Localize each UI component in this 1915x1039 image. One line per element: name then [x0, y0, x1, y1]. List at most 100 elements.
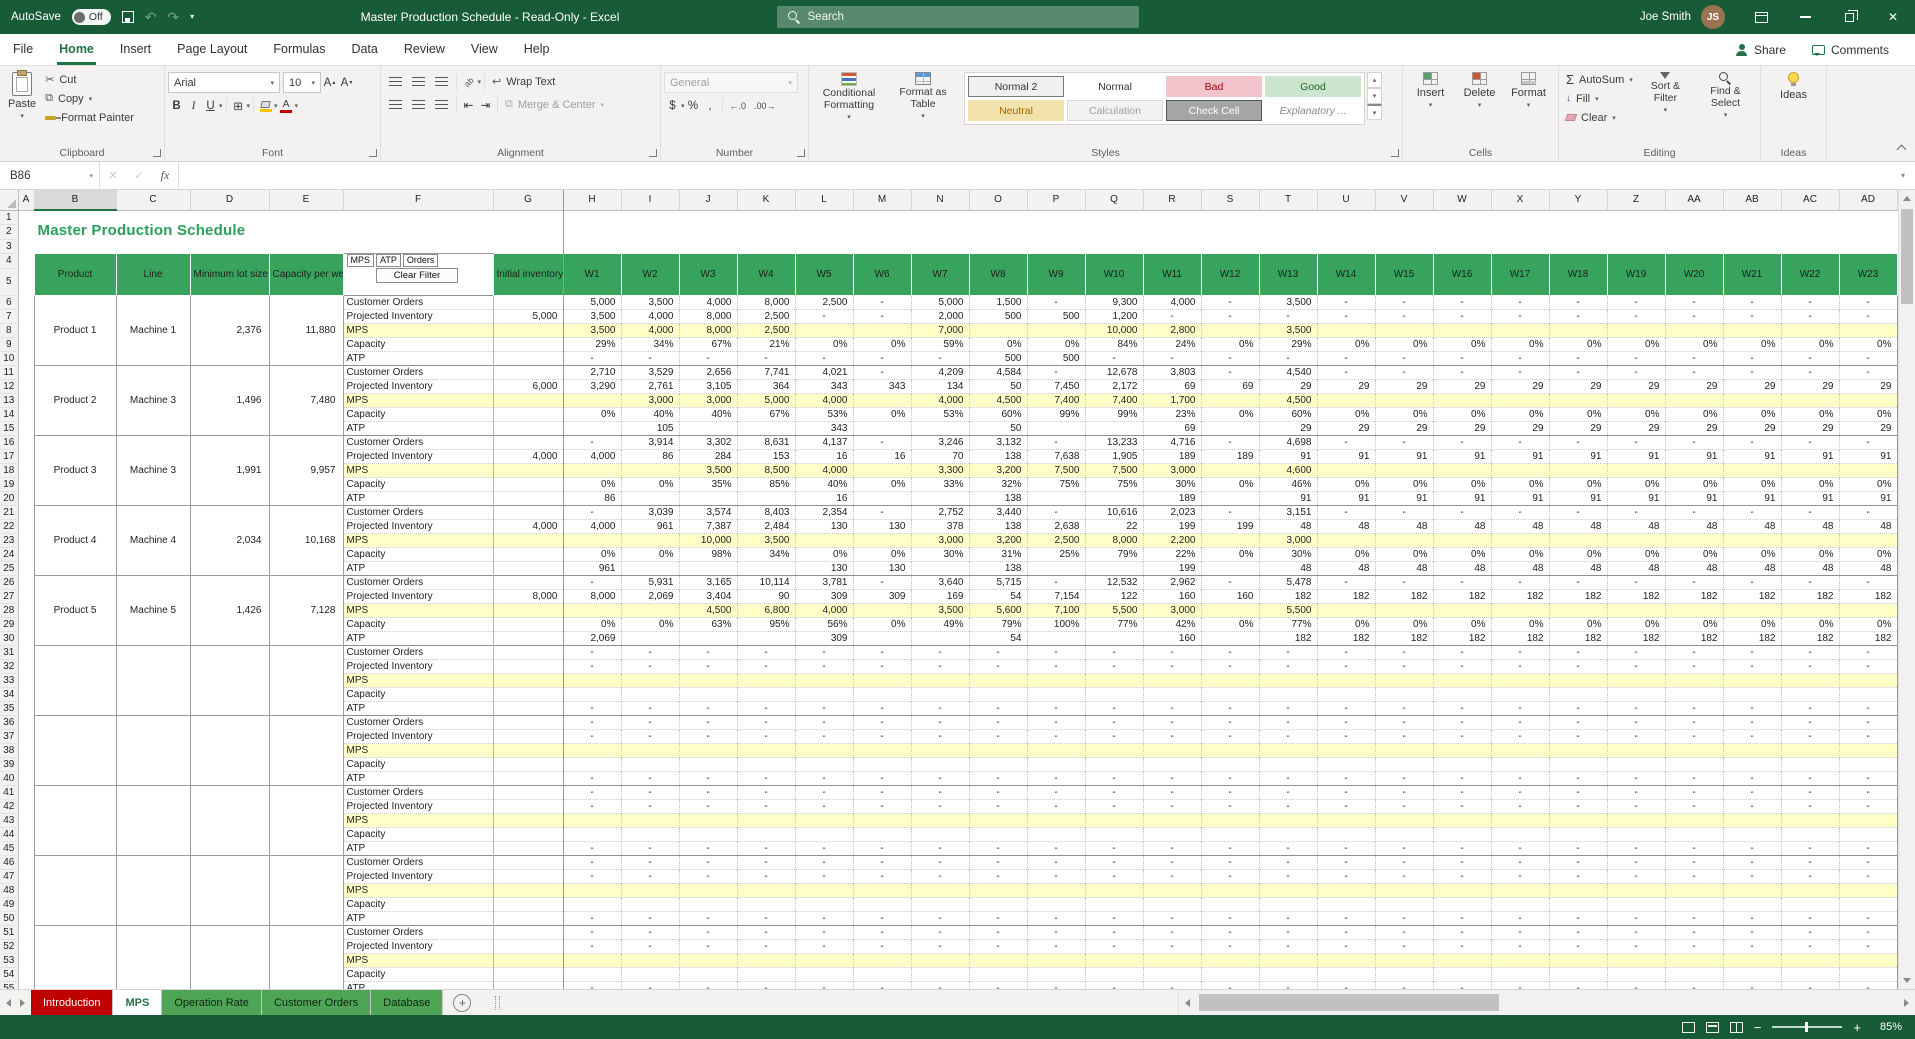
cell[interactable]: -: [1027, 701, 1085, 715]
capacity-per-week-cell[interactable]: 7,128: [269, 575, 343, 645]
cell[interactable]: -: [969, 701, 1027, 715]
menu-tab-view[interactable]: View: [458, 34, 511, 65]
cell[interactable]: [679, 491, 737, 505]
cell[interactable]: -: [969, 645, 1027, 659]
cell[interactable]: 4,000: [563, 519, 621, 533]
cell[interactable]: [1781, 673, 1839, 687]
cell[interactable]: 48: [1433, 561, 1491, 575]
cell[interactable]: [621, 813, 679, 827]
column-header-x[interactable]: X: [1491, 190, 1549, 210]
cell[interactable]: 0%: [1781, 477, 1839, 491]
cell[interactable]: -: [1665, 659, 1723, 673]
cell[interactable]: -: [1433, 505, 1491, 519]
page-layout-view-icon[interactable]: [1706, 1022, 1719, 1033]
cell[interactable]: [1839, 463, 1897, 477]
cell[interactable]: 4,500: [1259, 393, 1317, 407]
cell[interactable]: 91: [1839, 491, 1897, 505]
row-header-16[interactable]: 16: [0, 435, 18, 449]
cell[interactable]: 16: [795, 449, 853, 463]
cell[interactable]: [621, 491, 679, 505]
cell[interactable]: [853, 967, 911, 981]
cell[interactable]: 2,023: [1143, 505, 1201, 519]
cell[interactable]: -: [679, 659, 737, 673]
cell[interactable]: 34%: [737, 547, 795, 561]
cell[interactable]: -: [1201, 435, 1259, 449]
cell[interactable]: 16: [853, 449, 911, 463]
cell[interactable]: -: [1723, 925, 1781, 939]
format-cells-button[interactable]: Format▾: [1504, 68, 1553, 111]
menu-tab-page-layout[interactable]: Page Layout: [164, 34, 260, 65]
cell[interactable]: -: [1723, 911, 1781, 925]
insert-function-button[interactable]: fx: [152, 162, 178, 189]
cell[interactable]: -: [1433, 799, 1491, 813]
cell[interactable]: 4,500: [679, 603, 737, 617]
cell[interactable]: -: [1839, 729, 1897, 743]
cell[interactable]: -: [1317, 505, 1375, 519]
cell[interactable]: 2,069: [563, 631, 621, 645]
cell[interactable]: 0%: [1375, 477, 1433, 491]
table-header-w18[interactable]: W18: [1549, 253, 1607, 295]
cell[interactable]: 3,000: [1143, 603, 1201, 617]
cell[interactable]: -: [737, 785, 795, 799]
cell[interactable]: -: [1375, 505, 1433, 519]
cell[interactable]: 30%: [911, 547, 969, 561]
column-header-t[interactable]: T: [1259, 190, 1317, 210]
capacity-per-week-cell[interactable]: 11,880: [269, 295, 343, 365]
row-label-cell[interactable]: Customer Orders: [343, 295, 493, 309]
formula-input[interactable]: [178, 162, 1891, 189]
cell[interactable]: -: [1433, 309, 1491, 323]
cell[interactable]: -: [911, 981, 969, 989]
table-header-w12[interactable]: W12: [1201, 253, 1259, 295]
row-header-7[interactable]: 7: [0, 309, 18, 323]
cell[interactable]: [1839, 967, 1897, 981]
cell[interactable]: [795, 953, 853, 967]
cell[interactable]: [1781, 687, 1839, 701]
cell[interactable]: [853, 813, 911, 827]
cell[interactable]: 70: [911, 449, 969, 463]
cell[interactable]: -: [1781, 981, 1839, 989]
cell[interactable]: 75%: [1085, 477, 1143, 491]
cell[interactable]: -: [911, 659, 969, 673]
cell[interactable]: [1375, 393, 1433, 407]
cell[interactable]: 130: [795, 561, 853, 575]
cell[interactable]: 343: [853, 379, 911, 393]
initial-inventory-cell[interactable]: [493, 295, 563, 309]
product-cell[interactable]: Product 1: [34, 295, 116, 365]
cell[interactable]: 2,710: [563, 365, 621, 379]
cell[interactable]: -: [1201, 351, 1259, 365]
row-label-cell[interactable]: MPS: [343, 603, 493, 617]
cell[interactable]: [1433, 687, 1491, 701]
cell[interactable]: 0%: [1549, 407, 1607, 421]
cell[interactable]: -: [1201, 659, 1259, 673]
cell[interactable]: -: [1317, 771, 1375, 785]
cell[interactable]: -: [1201, 309, 1259, 323]
cell[interactable]: -: [1143, 939, 1201, 953]
cell[interactable]: -: [679, 925, 737, 939]
cell[interactable]: 0%: [1491, 407, 1549, 421]
cell[interactable]: [1375, 883, 1433, 897]
cell[interactable]: -: [1259, 925, 1317, 939]
cell[interactable]: -: [1027, 295, 1085, 309]
cell[interactable]: 48: [1259, 519, 1317, 533]
cell[interactable]: -: [563, 715, 621, 729]
cell[interactable]: 182: [1549, 589, 1607, 603]
cell[interactable]: 29: [1607, 421, 1665, 435]
cell[interactable]: [1317, 673, 1375, 687]
cell[interactable]: [1317, 953, 1375, 967]
cell[interactable]: [1259, 687, 1317, 701]
cell[interactable]: [1549, 687, 1607, 701]
cell[interactable]: [621, 827, 679, 841]
cell[interactable]: -: [1781, 365, 1839, 379]
cell[interactable]: [1491, 603, 1549, 617]
cell[interactable]: 35%: [679, 477, 737, 491]
cell[interactable]: -: [621, 841, 679, 855]
line-cell[interactable]: [116, 925, 190, 989]
initial-inventory-cell[interactable]: [493, 925, 563, 939]
cell[interactable]: 29: [1781, 421, 1839, 435]
cell[interactable]: 91: [1259, 449, 1317, 463]
cell[interactable]: -: [1723, 295, 1781, 309]
cell[interactable]: [1607, 827, 1665, 841]
cell[interactable]: [1433, 813, 1491, 827]
cell[interactable]: -: [1259, 911, 1317, 925]
initial-inventory-cell[interactable]: [493, 939, 563, 953]
